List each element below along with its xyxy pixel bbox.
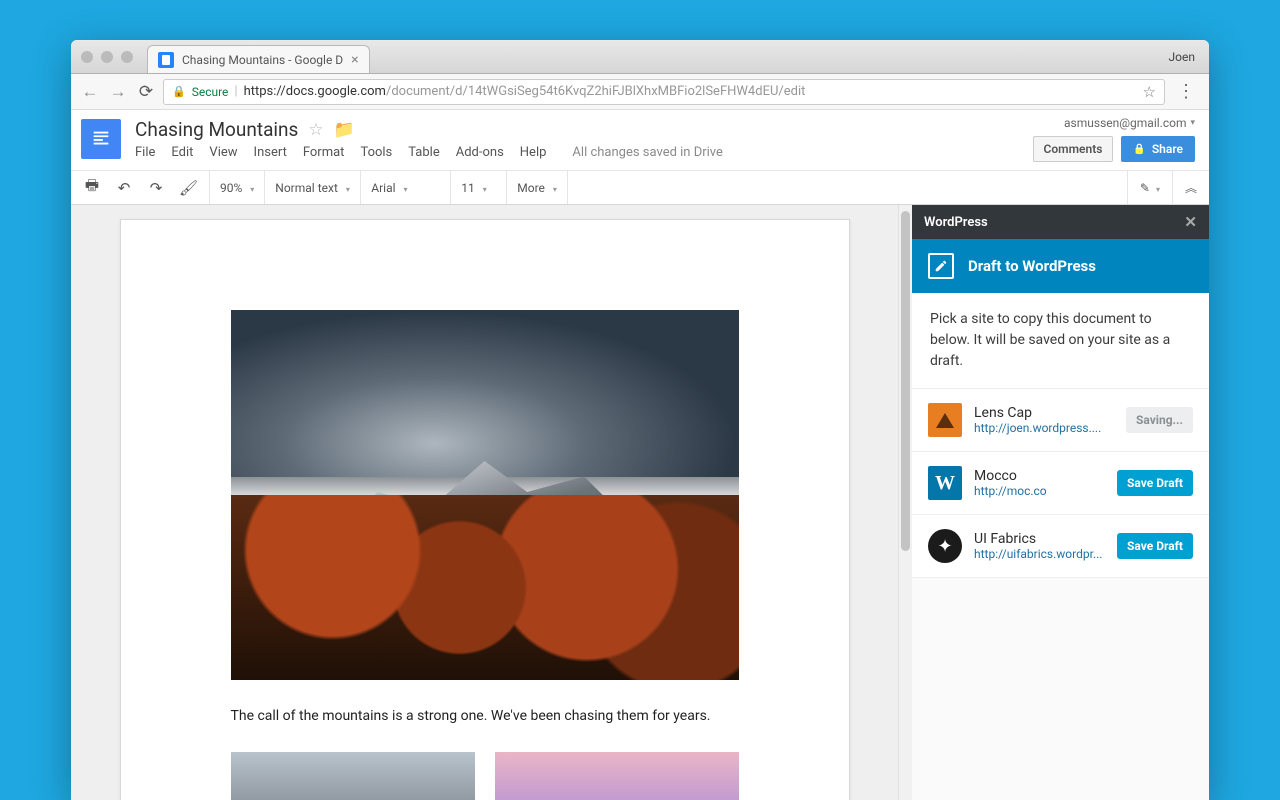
collapse-toolbar-icon[interactable]: ︽	[1173, 171, 1209, 204]
fontsize-select[interactable]: 11	[461, 181, 487, 195]
close-sidebar-icon[interactable]: ✕	[1184, 213, 1197, 231]
docs-header: Chasing Mountains ☆ 📁 File Edit View Ins…	[71, 110, 1209, 205]
window-titlebar: Chasing Mountains - Google D × Joen	[71, 40, 1209, 74]
sidebar-header: WordPress ✕	[912, 205, 1209, 239]
back-button[interactable]: ←	[79, 82, 101, 102]
browser-window: Chasing Mountains - Google D × Joen ← → …	[71, 40, 1209, 800]
menu-tools[interactable]: Tools	[360, 145, 392, 160]
tab-title: Chasing Mountains - Google D	[182, 53, 343, 67]
secure-label: Secure	[192, 85, 229, 99]
style-select[interactable]: Normal text	[275, 181, 350, 195]
site-name: UI Fabrics	[974, 531, 1105, 547]
reload-button[interactable]: ⟳	[135, 82, 157, 102]
save-draft-button[interactable]: Save Draft	[1117, 533, 1193, 559]
url-text: https://docs.google.com/document/d/14tWG…	[244, 84, 806, 99]
docs-favicon-icon	[158, 52, 174, 68]
redo-icon[interactable]: ↷	[147, 179, 165, 197]
omnibox[interactable]: 🔒 Secure | https://docs.google.com/docum…	[163, 79, 1165, 105]
draft-icon	[928, 253, 954, 279]
wordpress-sidebar: WordPress ✕ Draft to WordPress Pick a si…	[912, 205, 1209, 800]
address-bar-row: ← → ⟳ 🔒 Secure | https://docs.google.com…	[71, 74, 1209, 110]
menu-view[interactable]: View	[209, 145, 237, 160]
share-button[interactable]: Share	[1121, 136, 1195, 162]
saving-status: Saving...	[1126, 407, 1193, 433]
document-title[interactable]: Chasing Mountains	[135, 118, 298, 141]
site-avatar-icon	[928, 466, 962, 500]
site-url[interactable]: http://uifabrics.wordpr...	[974, 547, 1105, 561]
site-name: Mocco	[974, 468, 1105, 484]
pencil-icon: ✎	[1140, 181, 1150, 195]
bookmark-star-icon[interactable]: ☆	[1143, 83, 1156, 101]
account-email[interactable]: asmussen@gmail.com	[1064, 116, 1195, 130]
menu-edit[interactable]: Edit	[171, 145, 193, 160]
menu-insert[interactable]: Insert	[254, 145, 287, 160]
body-paragraph[interactable]: The call of the mountains is a strong on…	[231, 708, 739, 724]
site-row-uifabrics: UI Fabrics http://uifabrics.wordpr... Sa…	[912, 515, 1209, 578]
star-document-icon[interactable]: ☆	[308, 120, 323, 140]
document-page: The call of the mountains is a strong on…	[120, 219, 850, 800]
font-select[interactable]: Arial	[371, 181, 407, 195]
menu-help[interactable]: Help	[520, 145, 547, 160]
lock-icon: 🔒	[172, 85, 186, 98]
vertical-scrollbar[interactable]	[898, 205, 912, 800]
image-thumb-2[interactable]	[495, 752, 739, 800]
docs-toolbar: 🖶 ↶ ↷ 🖌 90% Normal text Arial 11 More ✎ …	[71, 170, 1209, 204]
document-canvas[interactable]: The call of the mountains is a strong on…	[71, 205, 898, 800]
docs-logo-icon[interactable]	[81, 119, 121, 159]
menu-format[interactable]: Format	[303, 145, 345, 160]
forward-button[interactable]: →	[107, 82, 129, 102]
more-toolbar[interactable]: More	[517, 181, 557, 195]
print-icon[interactable]: 🖶	[83, 175, 101, 200]
sidebar-banner-title: Draft to WordPress	[968, 257, 1096, 275]
menu-addons[interactable]: Add-ons	[456, 145, 504, 160]
sidebar-instructions: Pick a site to copy this document to bel…	[912, 293, 1209, 389]
menu-bar: File Edit View Insert Format Tools Table…	[135, 145, 1033, 160]
save-status: All changes saved in Drive	[572, 145, 723, 160]
sidebar-banner: Draft to WordPress	[912, 239, 1209, 293]
chrome-menu-icon[interactable]: ⋮	[1171, 81, 1201, 102]
comments-button[interactable]: Comments	[1033, 136, 1114, 162]
traffic-lights[interactable]	[81, 51, 133, 63]
sidebar-title: WordPress	[924, 215, 988, 230]
site-avatar-icon	[928, 529, 962, 563]
zoom-select[interactable]: 90%	[220, 181, 254, 195]
hero-image[interactable]	[231, 310, 739, 680]
site-row-lenscap: Lens Cap http://joen.wordpress.... Savin…	[912, 389, 1209, 452]
site-url[interactable]: http://joen.wordpress....	[974, 421, 1114, 435]
paint-format-icon[interactable]: 🖌	[179, 179, 197, 197]
site-row-mocco: Mocco http://moc.co Save Draft	[912, 452, 1209, 515]
save-draft-button[interactable]: Save Draft	[1117, 470, 1193, 496]
site-name: Lens Cap	[974, 405, 1114, 421]
editing-mode[interactable]: ✎	[1128, 171, 1173, 204]
chrome-profile-name[interactable]: Joen	[1169, 50, 1195, 64]
site-avatar-icon	[928, 403, 962, 437]
browser-tab[interactable]: Chasing Mountains - Google D ×	[147, 45, 370, 73]
menu-file[interactable]: File	[135, 145, 155, 160]
menu-table[interactable]: Table	[408, 145, 439, 160]
move-folder-icon[interactable]: 📁	[334, 120, 355, 140]
site-url[interactable]: http://moc.co	[974, 484, 1105, 498]
undo-icon[interactable]: ↶	[115, 179, 133, 197]
tab-close-icon[interactable]: ×	[351, 52, 358, 68]
image-thumb-1[interactable]	[231, 752, 475, 800]
